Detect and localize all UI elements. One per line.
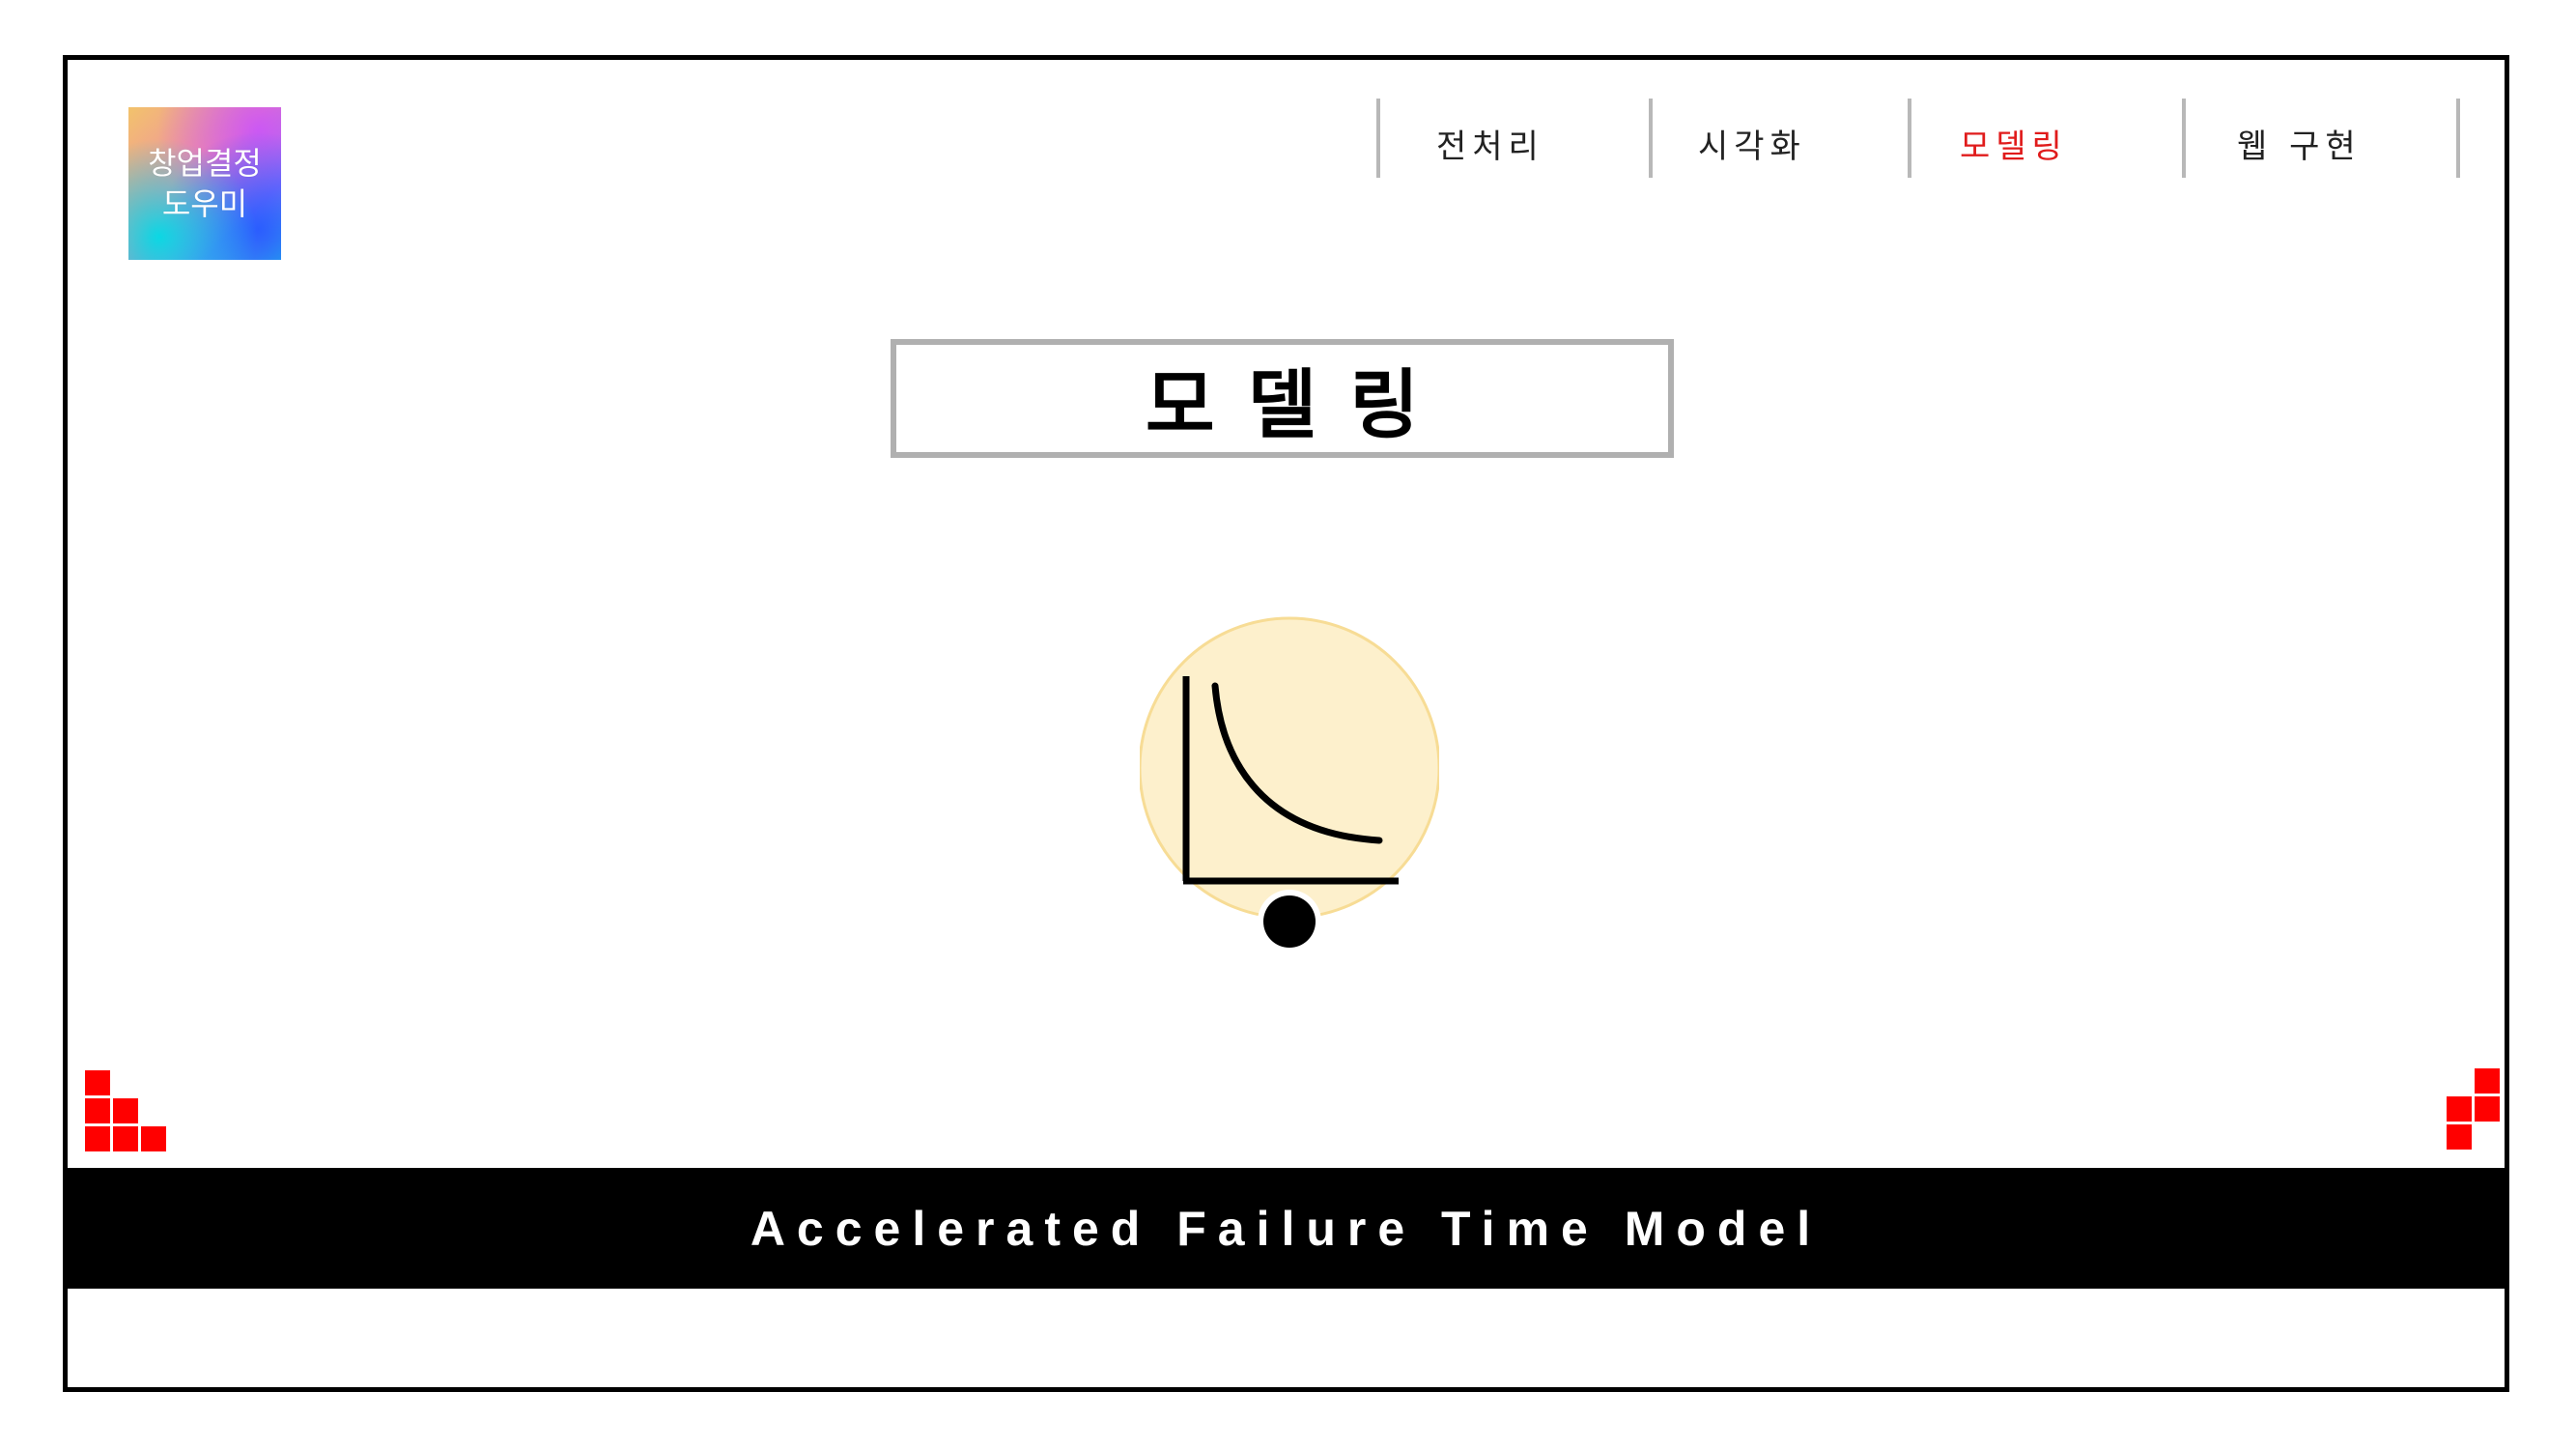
logo-line-1: 창업결정	[148, 145, 262, 182]
decor-pixel	[2475, 1068, 2500, 1094]
icon-base-dot	[1263, 895, 1316, 948]
decor-pixel	[113, 1126, 138, 1151]
nav-item-preprocessing[interactable]: 전처리	[1376, 99, 1653, 178]
decay-curve-chart-icon	[1138, 609, 1441, 956]
decor-pixel	[113, 1098, 138, 1123]
nav-item-visualization[interactable]: 시각화	[1649, 99, 1908, 178]
decor-pixel	[2447, 1124, 2472, 1150]
nav-item-label[interactable]: 웹 구현	[2237, 120, 2362, 167]
decor-pixel	[85, 1098, 110, 1123]
page-title-box: 모델링	[891, 339, 1674, 458]
nav-item-label[interactable]: 시각화	[1698, 120, 1806, 167]
decor-pixel	[2447, 1096, 2472, 1122]
nav-item-label[interactable]: 전처리	[1436, 120, 1544, 167]
logo-line-2: 도우미	[161, 185, 248, 222]
nav-item-modeling[interactable]: 모델링	[1908, 99, 2184, 178]
decor-pixel	[85, 1070, 110, 1095]
page-title: 모델링	[1145, 361, 1453, 449]
footer-bar: Accelerated Failure Time Model	[68, 1168, 2505, 1289]
nav-divider	[2456, 99, 2460, 178]
app-logo[interactable]: 창업결정 도우미	[128, 107, 281, 260]
footer-model-name: Accelerated Failure Time Model	[750, 1201, 1823, 1256]
decor-pixel	[85, 1126, 110, 1151]
decor-pixel	[141, 1126, 166, 1151]
decor-pixel	[2475, 1096, 2500, 1122]
nav-item-label-active[interactable]: 모델링	[1960, 120, 2068, 167]
nav-item-web[interactable]: 웹 구현	[2182, 99, 2458, 178]
